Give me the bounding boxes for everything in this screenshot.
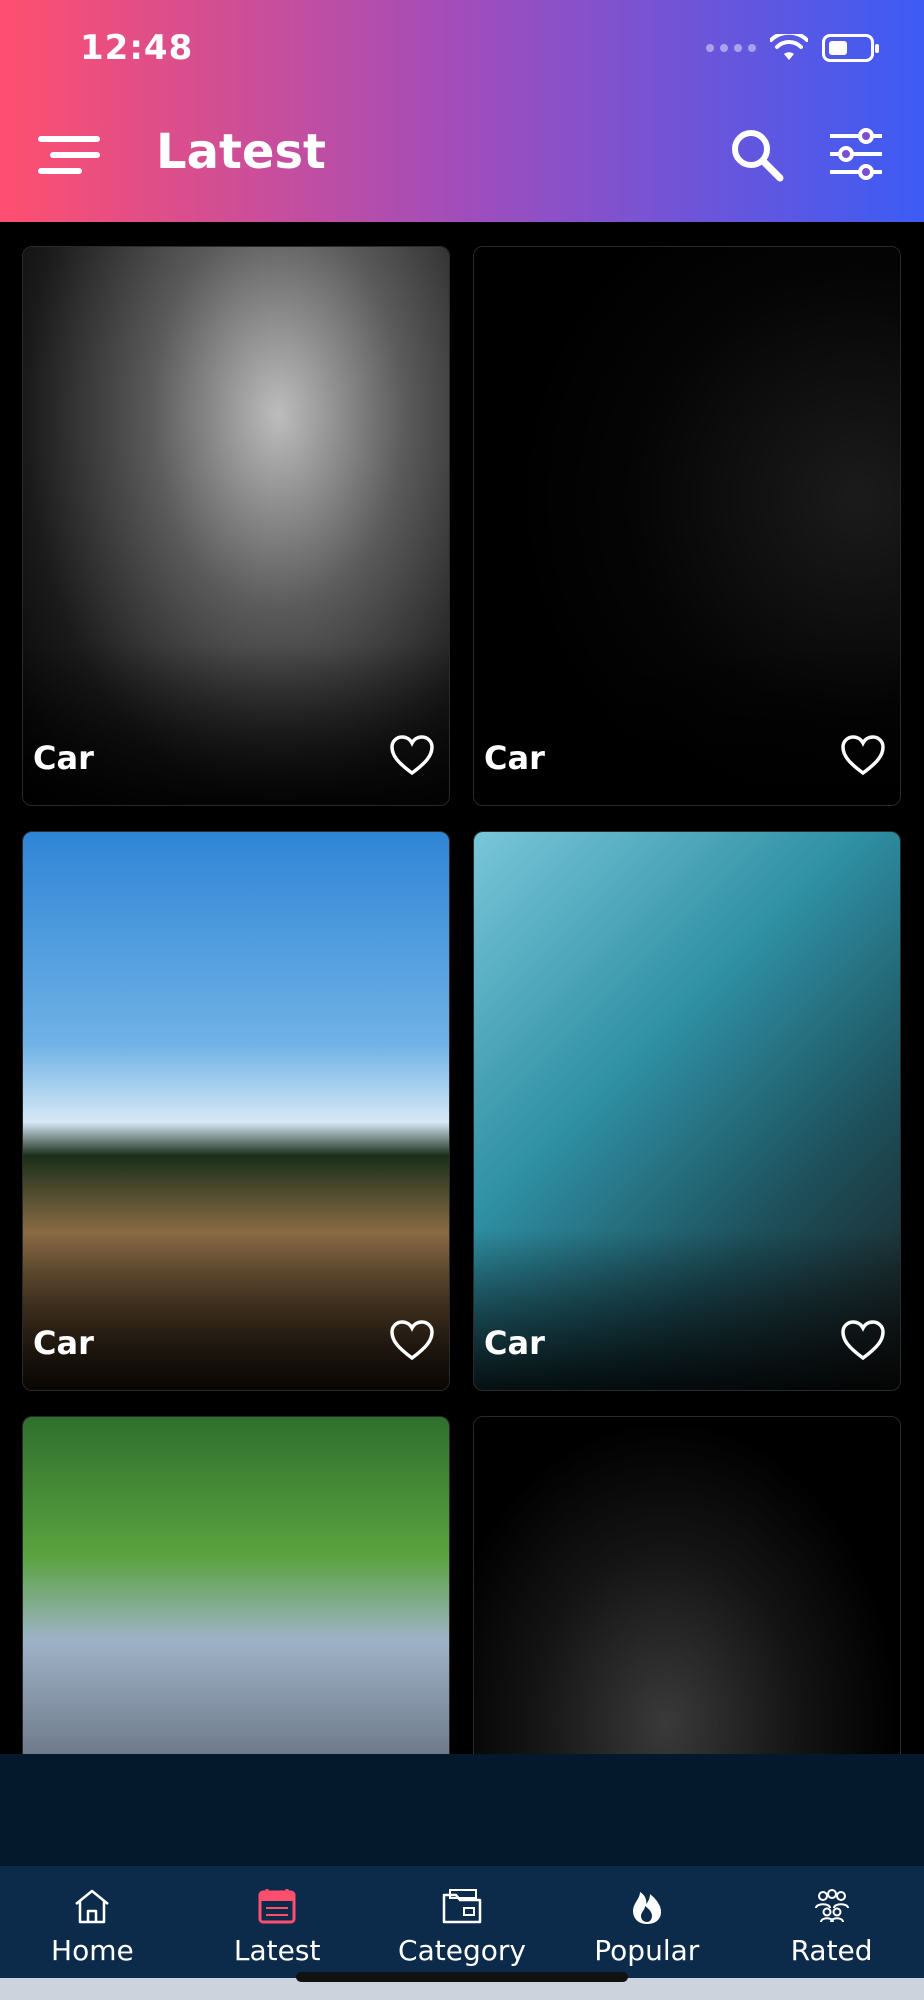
search-icon[interactable] bbox=[728, 126, 784, 182]
group-icon bbox=[814, 1889, 849, 1923]
nav-label-home: Home bbox=[51, 1934, 134, 1967]
wallpaper-card[interactable]: Car bbox=[473, 831, 901, 1391]
wallpaper-card[interactable]: Car bbox=[22, 831, 450, 1391]
card-label: Car bbox=[484, 1324, 545, 1362]
wallpaper-card[interactable] bbox=[22, 1416, 450, 1754]
filter-sliders-icon[interactable] bbox=[828, 126, 884, 182]
ad-banner-area bbox=[0, 1754, 924, 1866]
card-label: Car bbox=[33, 739, 94, 777]
nav-item-category[interactable]: Category bbox=[370, 1866, 554, 1978]
wallpaper-card[interactable] bbox=[473, 1416, 901, 1754]
nav-item-rated[interactable]: Rated bbox=[740, 1866, 924, 1978]
nav-label-popular: Popular bbox=[594, 1934, 700, 1967]
heart-icon[interactable] bbox=[389, 735, 435, 777]
folder-icon bbox=[442, 1889, 482, 1924]
header: 12:48 Latest bbox=[0, 0, 924, 222]
wallpaper-grid: Car Car Car Car bbox=[22, 246, 902, 1754]
flame-icon bbox=[632, 1892, 661, 1924]
calendar-icon bbox=[258, 1889, 296, 1924]
nav-item-latest[interactable]: Latest bbox=[185, 1866, 369, 1978]
heart-icon[interactable] bbox=[840, 1320, 886, 1362]
signal-icon bbox=[706, 44, 756, 52]
nav-label-rated: Rated bbox=[790, 1934, 873, 1967]
nav-item-home[interactable]: Home bbox=[0, 1866, 184, 1978]
menu-button[interactable] bbox=[38, 132, 100, 178]
heart-icon[interactable] bbox=[389, 1320, 435, 1362]
status-indicators bbox=[706, 34, 879, 62]
nav-item-popular[interactable]: Popular bbox=[555, 1866, 739, 1978]
status-time: 12:48 bbox=[80, 28, 194, 68]
wallpaper-thumbnail bbox=[474, 1417, 900, 1754]
wallpaper-card[interactable]: Car bbox=[473, 246, 901, 806]
wallpaper-card[interactable]: Car bbox=[22, 246, 450, 806]
card-label: Car bbox=[33, 1324, 94, 1362]
wifi-icon bbox=[770, 34, 808, 60]
page-title: Latest bbox=[156, 124, 326, 180]
bottom-navigation: Home Latest Category Popular Rated bbox=[0, 1866, 924, 1978]
nav-label-category: Category bbox=[398, 1934, 526, 1967]
heart-icon[interactable] bbox=[840, 735, 886, 777]
battery-icon bbox=[822, 34, 879, 62]
nav-label-latest: Latest bbox=[233, 1934, 321, 1967]
home-indicator[interactable] bbox=[296, 1972, 628, 1982]
home-icon bbox=[75, 1889, 110, 1924]
card-label: Car bbox=[484, 739, 545, 777]
wallpaper-thumbnail bbox=[23, 1417, 449, 1754]
